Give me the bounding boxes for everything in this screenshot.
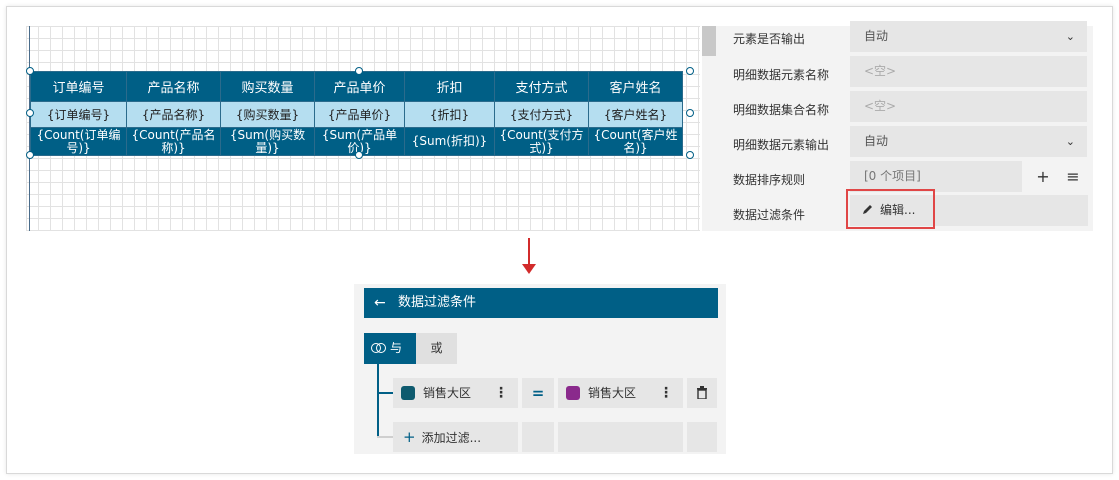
- tree-line: [377, 364, 379, 438]
- detail-element-name-field[interactable]: <空>: [850, 56, 1087, 87]
- prop-row-detail-element-output: 明细数据元素输出 自动 ⌄: [702, 126, 1093, 161]
- field-cell[interactable]: {购买数量}: [220, 101, 315, 128]
- resize-handle[interactable]: [686, 109, 694, 117]
- prop-label: 明细数据集合名称: [733, 103, 830, 117]
- summary-cell[interactable]: {Sum(购买数量)}: [220, 127, 315, 156]
- header-cell[interactable]: 产品名称: [126, 71, 221, 102]
- dialog-title: 数据过滤条件: [398, 295, 477, 310]
- header-cell[interactable]: 购买数量: [220, 71, 315, 102]
- plus-icon: +: [403, 428, 416, 446]
- more-icon[interactable]: ⋮: [494, 378, 508, 408]
- field-cell[interactable]: {订单编号}: [30, 101, 127, 128]
- back-arrow-icon[interactable]: ←: [374, 288, 386, 318]
- prop-label: 元素是否输出: [733, 32, 806, 46]
- resize-handle[interactable]: [26, 151, 34, 159]
- add-icon[interactable]: +: [1029, 161, 1057, 192]
- report-table[interactable]: 订单编号 产品名称 购买数量 产品单价 折扣 支付方式 客户姓名 {订单编号} …: [30, 71, 683, 156]
- header-cell[interactable]: 客户姓名: [588, 71, 683, 102]
- menu-icon[interactable]: ≡: [1059, 161, 1087, 192]
- dialog-header: ← 数据过滤条件: [364, 288, 718, 318]
- header-cell[interactable]: 支付方式: [494, 71, 589, 102]
- placeholder-cell: [522, 422, 554, 452]
- select-value: 自动: [864, 29, 889, 43]
- prop-label: 明细数据元素名称: [733, 68, 830, 82]
- prop-label: 明细数据元素输出: [733, 138, 830, 152]
- chevron-down-icon: ⌄: [1065, 135, 1075, 148]
- chevron-down-icon: ⌄: [1065, 30, 1075, 43]
- prop-label: 数据排序规则: [733, 173, 806, 187]
- summary-cell[interactable]: {Count(产品名称)}: [126, 127, 221, 156]
- param-label: 销售大区: [588, 386, 637, 400]
- tree-branch: [377, 436, 393, 438]
- highlight-box: [846, 189, 935, 229]
- panel-scrollbar[interactable]: [702, 26, 716, 56]
- header-cell[interactable]: 折扣: [404, 71, 495, 102]
- summary-cell[interactable]: {Count(客户姓名)}: [588, 127, 683, 156]
- header-cell[interactable]: 产品单价: [314, 71, 405, 102]
- detail-element-output-select[interactable]: 自动 ⌄: [850, 126, 1087, 157]
- logic-or-button[interactable]: 或: [416, 333, 457, 364]
- add-filter-button[interactable]: + 添加过滤...: [393, 422, 518, 452]
- select-value: 自动: [864, 134, 889, 148]
- prop-row-detail-element-name: 明细数据元素名称 <空>: [702, 56, 1093, 91]
- resize-handle[interactable]: [686, 67, 694, 75]
- field-label: 销售大区: [423, 386, 472, 400]
- filter-param-selector[interactable]: 销售大区 ⋮: [558, 378, 683, 408]
- field-cell[interactable]: {产品名称}: [126, 101, 221, 128]
- resize-handle[interactable]: [355, 67, 363, 75]
- parameter-icon: [566, 386, 580, 400]
- delete-icon[interactable]: [687, 378, 717, 408]
- field-cell[interactable]: {折扣}: [404, 101, 495, 128]
- resize-handle[interactable]: [26, 67, 34, 75]
- tree-branch: [377, 392, 393, 394]
- summary-cell[interactable]: {Count(支付方式)}: [494, 127, 589, 156]
- resize-handle[interactable]: [26, 109, 34, 117]
- field-cell[interactable]: {产品单价}: [314, 101, 405, 128]
- field-cell[interactable]: {客户姓名}: [588, 101, 683, 128]
- add-filter-label: 添加过滤...: [421, 431, 482, 445]
- database-icon: [401, 386, 415, 400]
- placeholder-cell: [687, 422, 717, 452]
- resize-handle[interactable]: [686, 151, 694, 159]
- summary-cell[interactable]: {Count(订单编号)}: [30, 127, 127, 156]
- resize-handle[interactable]: [355, 151, 363, 159]
- and-label: 与: [390, 341, 403, 355]
- table-detail-row: {订单编号} {产品名称} {购买数量} {产品单价} {折扣} {支付方式} …: [30, 101, 683, 128]
- arrow-head: [522, 264, 536, 274]
- filter-field-selector[interactable]: 销售大区 ⋮: [393, 378, 518, 408]
- field-cell[interactable]: {支付方式}: [494, 101, 589, 128]
- sort-rules-field[interactable]: [0 个项目]: [850, 161, 1022, 192]
- intersect-icon: [371, 343, 386, 353]
- placeholder-cell: [558, 422, 683, 452]
- detail-collection-name-field[interactable]: <空>: [850, 91, 1087, 122]
- more-icon[interactable]: ⋮: [659, 378, 673, 408]
- element-output-select[interactable]: 自动 ⌄: [850, 21, 1087, 52]
- table-header-row: 订单编号 产品名称 购买数量 产品单价 折扣 支付方式 客户姓名: [30, 71, 683, 102]
- header-cell[interactable]: 订单编号: [30, 71, 127, 102]
- arrow-down-icon: [528, 238, 530, 266]
- prop-row-detail-collection-name: 明细数据集合名称 <空>: [702, 91, 1093, 126]
- operator-selector[interactable]: =: [522, 378, 554, 408]
- summary-cell[interactable]: {Sum(折扣)}: [404, 127, 495, 156]
- logic-and-button[interactable]: 与: [364, 333, 416, 364]
- prop-label: 数据过滤条件: [733, 208, 806, 222]
